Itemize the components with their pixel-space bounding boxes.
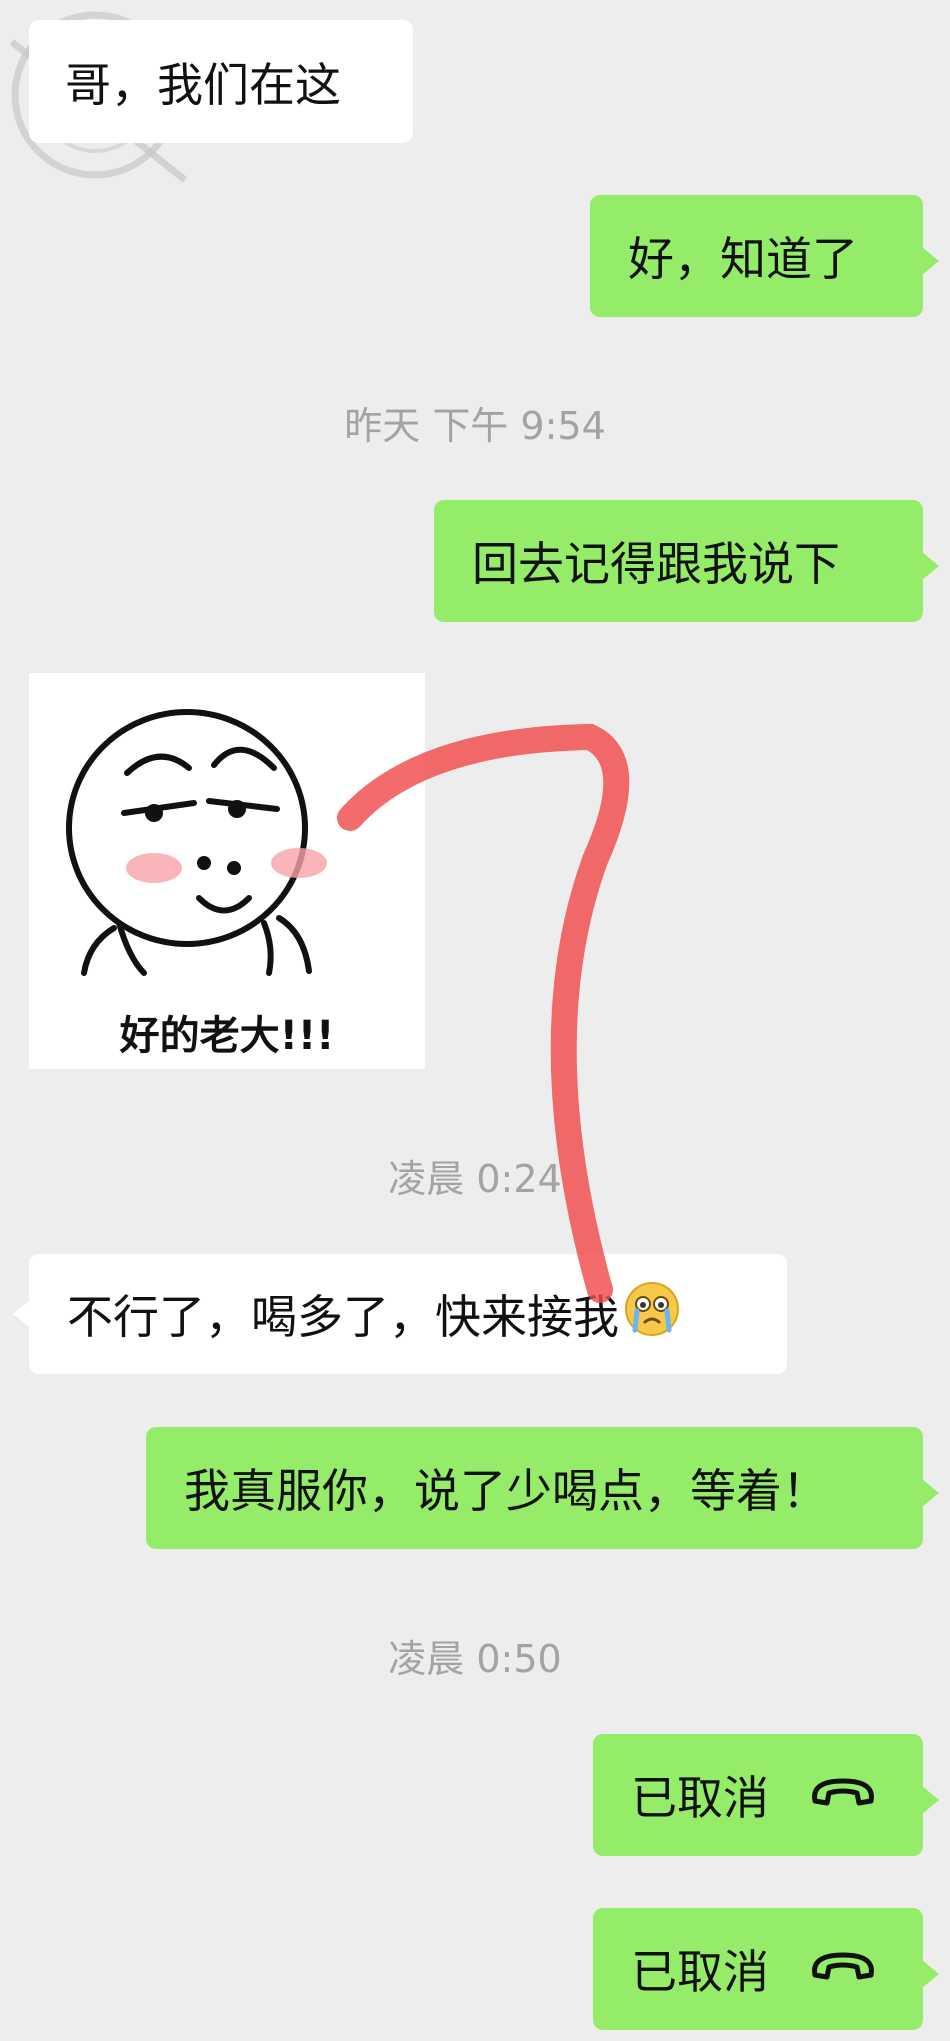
timestamp: 凌晨 0:24 — [388, 1157, 562, 1201]
crying-face-emoji-icon — [623, 1280, 681, 1349]
sticker-caption: 好的老大!!! — [119, 1013, 335, 1059]
received-message-bubble[interactable]: 不行了，喝多了，快来接我 — [13, 1254, 787, 1374]
message-text: 哥，我们在这 — [65, 57, 341, 112]
sent-message-bubble[interactable]: 回去记得跟我说下 — [434, 500, 939, 622]
message-text: 不行了，喝多了，快来接我 — [67, 1290, 619, 1344]
sent-message-bubble[interactable]: 我真服你，说了少喝点，等着！ — [146, 1427, 939, 1549]
sticker-message[interactable]: 好的老大!!! — [29, 673, 425, 1069]
message-text: 已取消 — [631, 1945, 769, 1999]
sticker-face-illustration — [66, 709, 327, 976]
timestamp: 凌晨 0:50 — [388, 1637, 562, 1681]
message-text: 我真服你，说了少喝点，等着！ — [184, 1464, 828, 1518]
timestamp: 昨天 下午 9:54 — [344, 404, 606, 448]
cancelled-call-bubble[interactable]: 已取消 — [593, 1908, 939, 2030]
message-text: 好，知道了 — [628, 232, 858, 286]
cancelled-call-bubble[interactable]: 已取消 — [593, 1734, 939, 1856]
message-text: 已取消 — [631, 1771, 769, 1825]
message-text: 回去记得跟我说下 — [472, 537, 840, 591]
phone-hangup-icon — [807, 1942, 879, 1996]
phone-hangup-icon — [807, 1768, 879, 1822]
sent-message-bubble[interactable]: 好，知道了 — [590, 195, 939, 317]
received-message-bubble[interactable]: 哥，我们在这 — [29, 20, 413, 143]
